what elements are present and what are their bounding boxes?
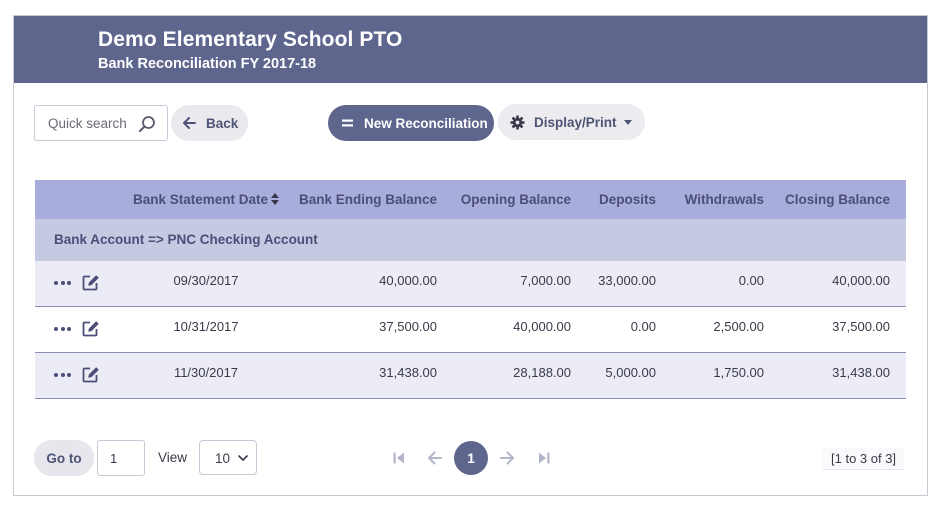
arrow-right-icon — [500, 451, 514, 465]
page-title: Demo Elementary School PTO — [98, 28, 403, 51]
reconciliation-table: Bank Statement Date Bank Ending Balance … — [35, 180, 906, 399]
cell-deposits: 5,000.00 — [605, 365, 656, 380]
more-options-icon[interactable] — [54, 280, 71, 285]
column-header-closing-balance[interactable]: Closing Balance — [775, 180, 890, 219]
chevron-down-icon — [238, 455, 248, 461]
app-frame: Demo Elementary School PTO Bank Reconcil… — [13, 15, 928, 496]
more-options-icon[interactable] — [54, 326, 71, 331]
arrow-left-icon — [183, 117, 196, 129]
goto-page-input[interactable] — [97, 440, 145, 476]
cell-closing-balance: 31,438.00 — [832, 365, 890, 380]
record-range-label: [1 to 3 of 3] — [823, 448, 905, 470]
edit-icon[interactable] — [82, 366, 100, 383]
column-header-opening-balance[interactable]: Opening Balance — [445, 180, 571, 219]
cell-closing-balance: 40,000.00 — [832, 273, 890, 288]
search-icon[interactable] — [138, 115, 156, 133]
cell-ending-balance: 37,500.00 — [379, 319, 437, 334]
column-header-deposits[interactable]: Deposits — [585, 180, 656, 219]
page-size-value: 10 — [215, 451, 231, 466]
back-button[interactable]: Back — [171, 105, 248, 141]
table-row: 10/31/2017 37,500.00 40,000.00 0.00 2,50… — [35, 307, 906, 353]
cell-deposits: 33,000.00 — [598, 273, 656, 288]
search-input[interactable] — [36, 107, 136, 139]
page-number-current[interactable]: 1 — [454, 441, 488, 475]
new-reconciliation-button[interactable]: New Reconciliation — [328, 105, 494, 141]
cell-withdrawals: 0.00 — [738, 273, 764, 288]
group-label: Bank Account => PNC Checking Account — [54, 232, 318, 247]
page-size-select[interactable]: 10 — [199, 440, 257, 475]
next-page-button[interactable] — [497, 440, 517, 476]
page-subtitle: Bank Reconciliation FY 2017-18 — [98, 56, 317, 72]
column-header-statement-date-label: Bank Statement Date — [133, 192, 269, 207]
table-header: Bank Statement Date Bank Ending Balance … — [35, 180, 906, 219]
cell-statement-date: 09/30/2017 — [173, 273, 239, 288]
sort-icon[interactable] — [271, 193, 280, 206]
group-row: Bank Account => PNC Checking Account — [35, 219, 906, 261]
last-page-icon — [539, 452, 550, 464]
column-header-statement-date[interactable]: Bank Statement Date — [133, 180, 280, 219]
row-actions — [54, 366, 100, 383]
column-header-withdrawals[interactable]: Withdrawals — [675, 180, 764, 219]
row-actions — [54, 274, 100, 291]
view-label: View — [158, 450, 188, 465]
first-page-button[interactable] — [389, 440, 409, 476]
cell-opening-balance: 28,188.00 — [513, 365, 571, 380]
row-actions — [54, 320, 100, 337]
edit-icon[interactable] — [82, 320, 100, 337]
cell-ending-balance: 31,438.00 — [379, 365, 437, 380]
caret-down-icon — [623, 119, 632, 125]
table-row: 11/30/2017 31,438.00 28,188.00 5,000.00 … — [35, 353, 906, 399]
table-row: 09/30/2017 40,000.00 7,000.00 33,000.00 … — [35, 261, 906, 307]
cell-ending-balance: 40,000.00 — [379, 273, 437, 288]
display-print-label: Display/Print — [534, 114, 617, 130]
cell-withdrawals: 1,750.00 — [713, 365, 764, 380]
arrow-left-icon — [428, 451, 442, 465]
back-button-label: Back — [206, 115, 239, 131]
goto-button[interactable]: Go to — [34, 440, 94, 476]
cell-statement-date: 10/31/2017 — [173, 319, 239, 334]
equals-icon — [342, 119, 353, 127]
cell-withdrawals: 2,500.00 — [713, 319, 764, 334]
cell-statement-date: 11/30/2017 — [173, 365, 239, 380]
new-reconciliation-label: New Reconciliation — [364, 115, 488, 131]
column-header-ending-balance[interactable]: Bank Ending Balance — [288, 180, 437, 219]
cell-opening-balance: 7,000.00 — [520, 273, 571, 288]
cell-closing-balance: 37,500.00 — [832, 319, 890, 334]
cell-opening-balance: 40,000.00 — [513, 319, 571, 334]
more-options-icon[interactable] — [54, 372, 71, 377]
previous-page-button[interactable] — [425, 440, 445, 476]
last-page-button[interactable] — [534, 440, 554, 476]
edit-icon[interactable] — [82, 274, 100, 291]
page-header: Demo Elementary School PTO Bank Reconcil… — [14, 16, 927, 83]
cell-deposits: 0.00 — [630, 319, 656, 334]
display-print-button[interactable]: Display/Print — [498, 104, 645, 140]
gear-icon — [510, 114, 525, 130]
first-page-icon — [393, 452, 404, 464]
quick-search[interactable] — [34, 105, 168, 141]
